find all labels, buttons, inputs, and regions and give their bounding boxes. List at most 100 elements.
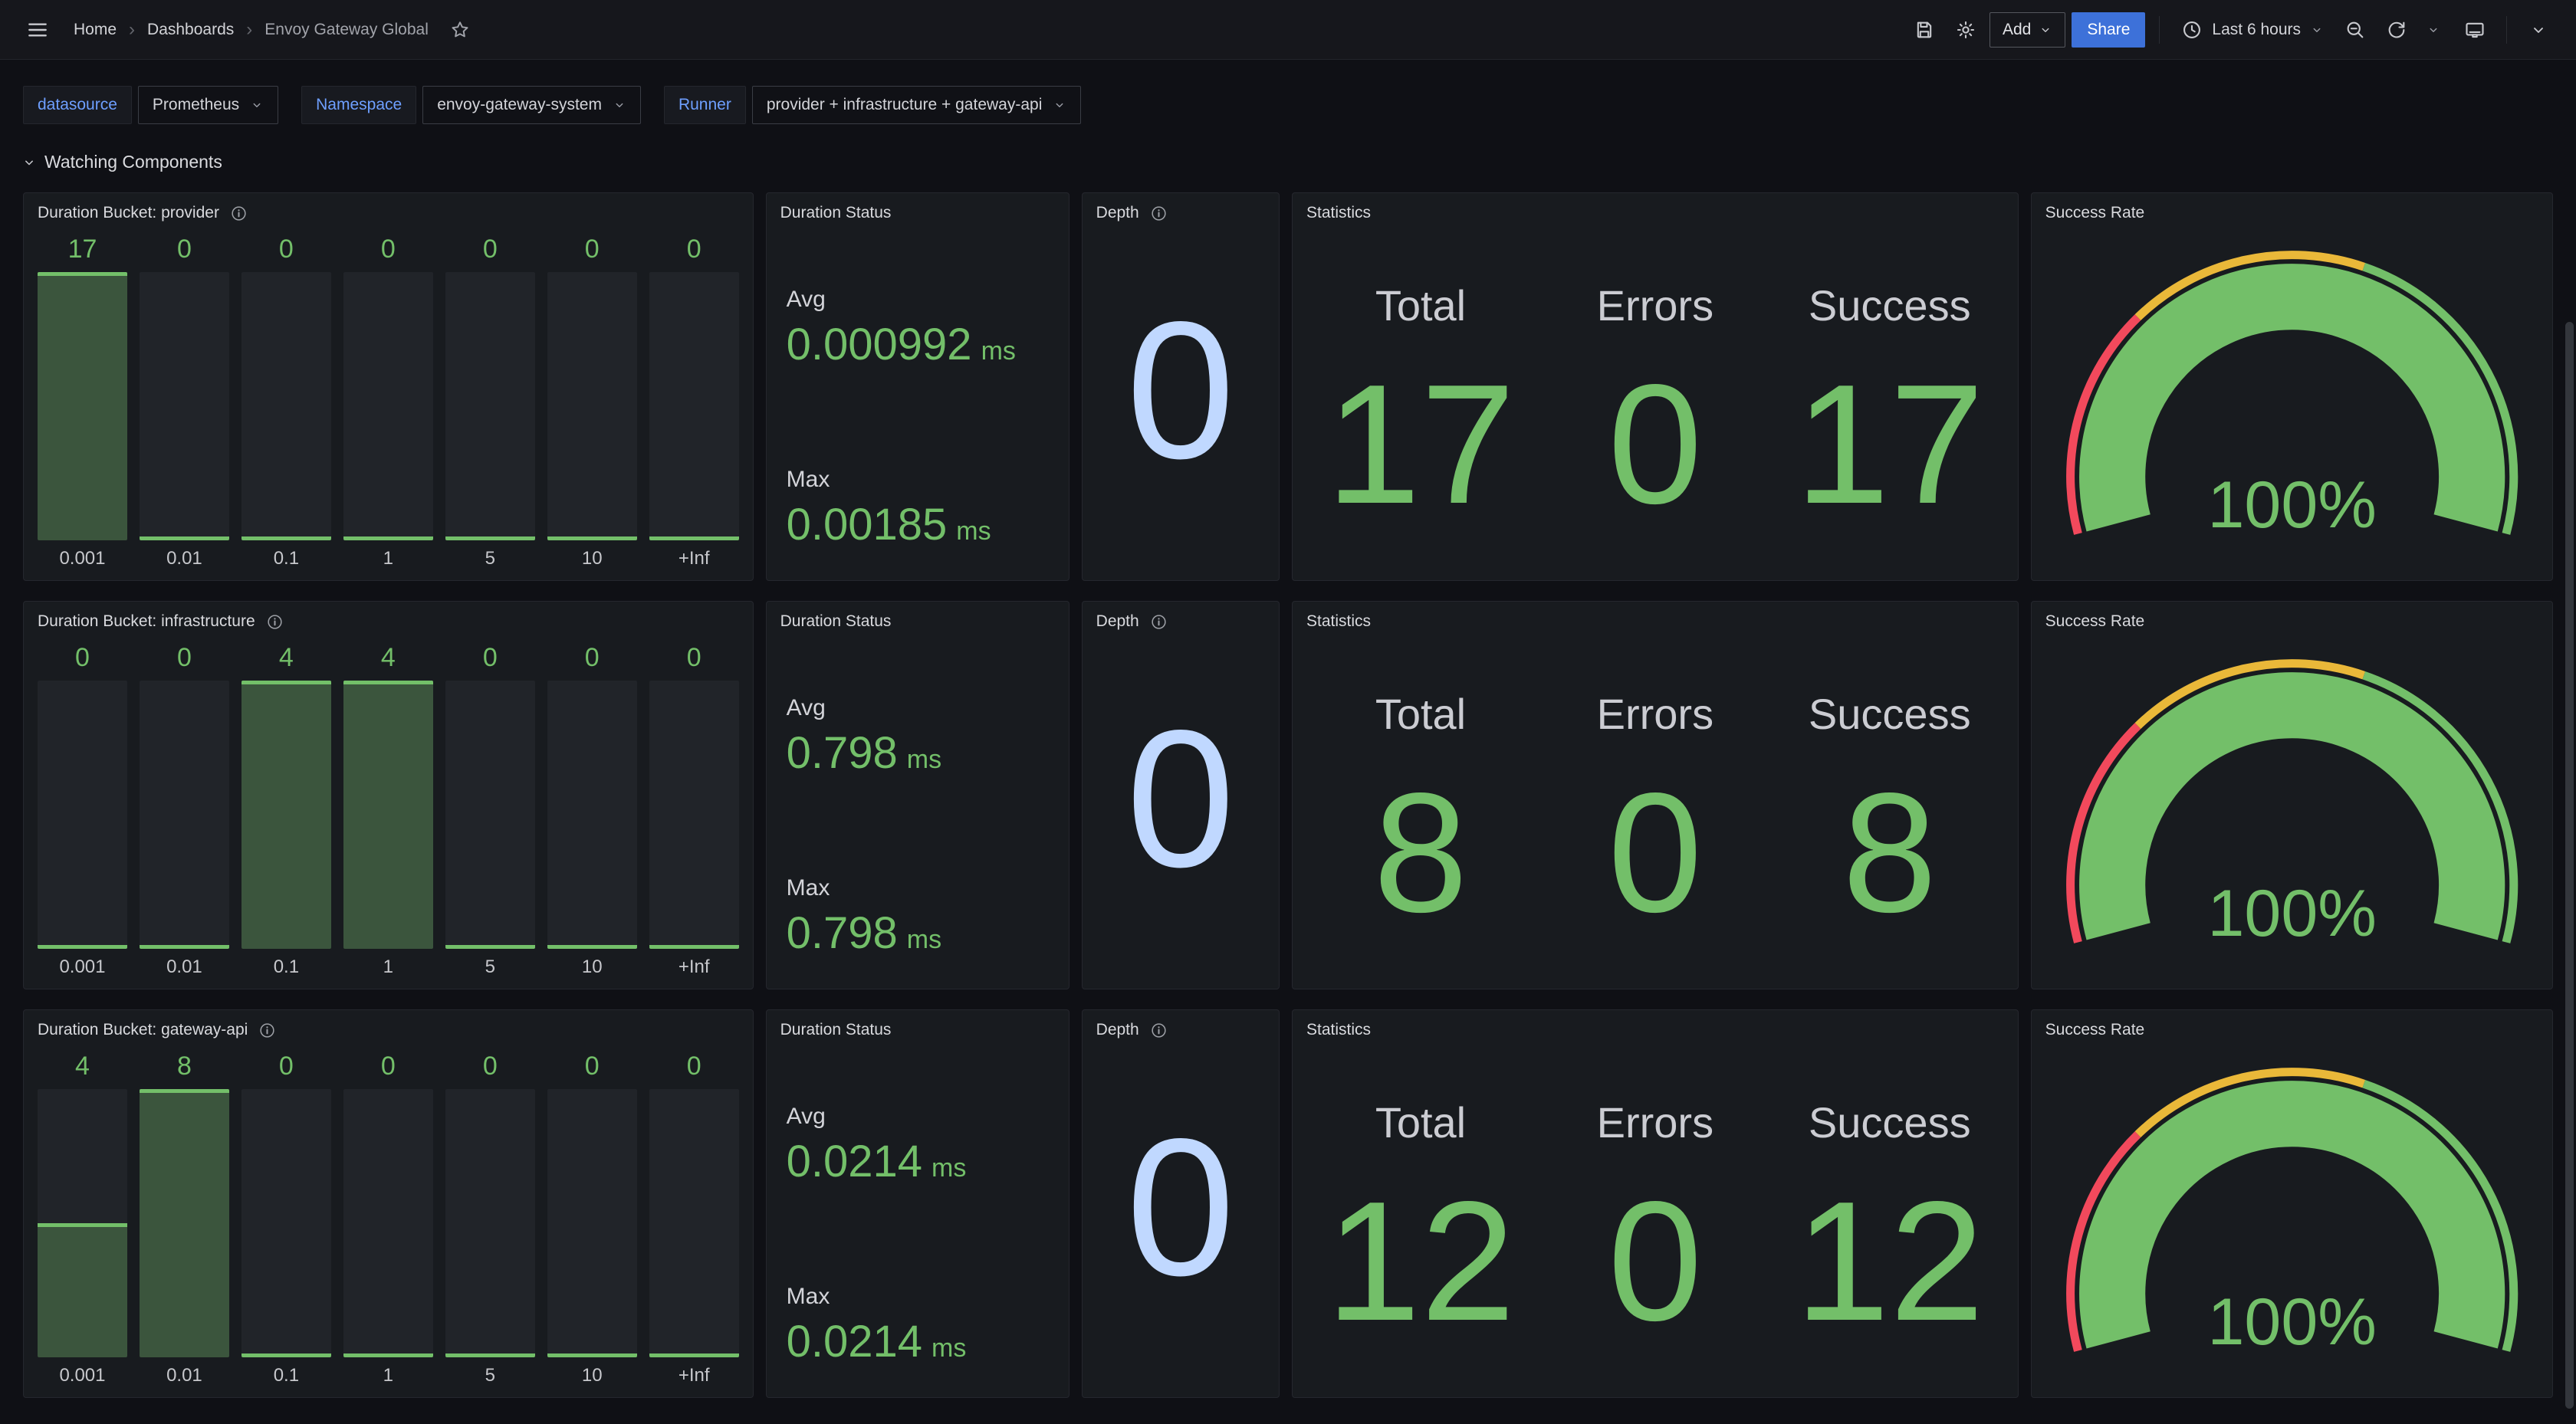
breadcrumb: Home › Dashboards › Envoy Gateway Global	[74, 12, 478, 48]
stat-column: Errors 0	[1538, 1039, 1773, 1397]
info-icon[interactable]	[1150, 613, 1168, 631]
clock-icon	[2181, 19, 2203, 41]
gauge-value-text: 100%	[2207, 468, 2376, 542]
refresh-icon	[2386, 19, 2407, 41]
kiosk-mode-button[interactable]	[2457, 12, 2492, 48]
dashboard-settings-button[interactable]	[1948, 12, 1983, 48]
stat-label: Max	[787, 1284, 1049, 1310]
panel-header: Duration Status	[767, 193, 1069, 222]
info-icon[interactable]	[1150, 205, 1168, 222]
panel-title: Depth	[1096, 204, 1139, 222]
info-icon[interactable]	[230, 205, 248, 222]
stat-unit: ms	[956, 517, 991, 546]
variable-label: Runner	[664, 86, 746, 124]
depth-value: 0	[1083, 1110, 1279, 1305]
bar-category-label: 5	[445, 548, 535, 569]
bar: 010	[547, 222, 637, 569]
panel-header: Success Rate	[2032, 602, 2552, 631]
bar-track	[242, 681, 331, 949]
panel-header: Success Rate	[2032, 1010, 2552, 1039]
statistics-panel: Statistics Total 17 Errors 0 Success 17	[1292, 192, 2019, 581]
bar-category-label: 0.1	[242, 956, 331, 978]
bar-value-label: 0	[343, 1052, 433, 1081]
bar-category-label: +Inf	[649, 1365, 739, 1386]
bar-category-label: 0.01	[140, 956, 229, 978]
variable-dropdown[interactable]: provider + infrastructure + gateway-api	[752, 86, 1082, 124]
stat-column: Success 17	[1773, 222, 2007, 580]
bar-cap	[38, 1223, 127, 1227]
star-icon	[450, 20, 470, 40]
dashboard-variable: Namespace envoy-gateway-system	[301, 86, 641, 124]
bar-cap	[38, 272, 127, 276]
bar: 00.001	[38, 631, 127, 978]
breadcrumb-separator: ›	[246, 21, 252, 39]
stat-value: 0	[1608, 359, 1702, 530]
menu-button[interactable]	[20, 12, 55, 48]
duration-bucket-panel: Duration Bucket: infrastructure 00.00100…	[23, 601, 754, 989]
gear-icon	[1955, 19, 1976, 41]
panel-title: Duration Bucket: provider	[38, 204, 219, 222]
bar: 05	[445, 1039, 535, 1386]
stat-value: 0.798 ms	[787, 727, 1049, 779]
toolbar-divider	[2506, 16, 2507, 44]
bar-category-label: 5	[445, 956, 535, 978]
time-range-picker[interactable]: Last 6 hours	[2174, 12, 2331, 48]
info-icon[interactable]	[266, 613, 284, 631]
variable-value: Prometheus	[153, 96, 239, 114]
row-section-header[interactable]: Watching Components	[21, 152, 2576, 172]
stat-label: Success	[1809, 281, 1971, 330]
chevron-down-icon	[250, 98, 264, 112]
stat-unit: ms	[932, 1153, 966, 1183]
statistics-panel: Statistics Total 12 Errors 0 Success 12	[1292, 1009, 2019, 1398]
bar-value-label: 4	[38, 1052, 127, 1081]
bar-track	[649, 272, 739, 540]
variable-dropdown[interactable]: envoy-gateway-system	[422, 86, 641, 124]
bar-cap	[649, 945, 739, 949]
save-dashboard-button[interactable]	[1907, 12, 1942, 48]
panel-title: Statistics	[1306, 612, 1371, 631]
breadcrumb-dashboards[interactable]: Dashboards	[147, 21, 234, 39]
panel-title: Success Rate	[2045, 1021, 2145, 1039]
gauge-value-text: 100%	[2207, 1285, 2376, 1359]
share-button[interactable]: Share	[2072, 12, 2145, 48]
dashboard-variables: datasource Prometheus Namespace envoy-ga…	[23, 86, 2553, 124]
bar-track	[445, 681, 535, 949]
bar: 170.001	[38, 222, 127, 569]
scrollbar-thumb[interactable]	[2565, 322, 2574, 1409]
bar-track	[242, 272, 331, 540]
bar-cap	[445, 945, 535, 949]
add-button[interactable]: Add	[1990, 12, 2065, 48]
zoom-out-time-button[interactable]	[2338, 12, 2373, 48]
info-icon[interactable]	[258, 1022, 276, 1039]
success-rate-gauge: 100%	[2032, 222, 2552, 580]
bar-value-label: 0	[38, 643, 127, 673]
duration-bucket-panel: Duration Bucket: provider 170.00100.0100…	[23, 192, 754, 581]
stat-label: Max	[787, 467, 1049, 493]
bar-fill	[140, 1089, 229, 1357]
success-rate-panel: Success Rate 100%	[2031, 1009, 2553, 1398]
refresh-interval-button[interactable]	[2416, 12, 2451, 48]
bar: 00.01	[140, 222, 229, 569]
bar-category-label: +Inf	[649, 956, 739, 978]
duration-status-panel: Duration Status Avg 0.798 ms Max 0.798 m…	[766, 601, 1070, 989]
bar-cap	[140, 945, 229, 949]
stat-label: Avg	[787, 695, 1049, 721]
bar: 00.01	[140, 631, 229, 978]
breadcrumb-home[interactable]: Home	[74, 21, 117, 39]
bar-cap	[140, 1089, 229, 1093]
success-rate-panel: Success Rate 100%	[2031, 601, 2553, 989]
favorite-button[interactable]	[442, 12, 478, 48]
stat-value: 0.798 ms	[787, 907, 1049, 959]
panel-title: Duration Status	[780, 204, 892, 222]
success-rate-gauge: 100%	[2032, 631, 2552, 989]
bar-gauge-chart: 00.00100.0140.141050100+Inf	[24, 631, 753, 989]
stat-value: 8	[1842, 768, 1937, 938]
collapse-toolbar-button[interactable]	[2521, 12, 2556, 48]
bar-value-label: 0	[547, 1052, 637, 1081]
info-icon[interactable]	[1150, 1022, 1168, 1039]
save-icon	[1914, 19, 1935, 41]
stat-column: Success 8	[1773, 631, 2007, 989]
variable-dropdown[interactable]: Prometheus	[138, 86, 278, 124]
refresh-button[interactable]	[2379, 12, 2414, 48]
variable-label: datasource	[23, 86, 132, 124]
